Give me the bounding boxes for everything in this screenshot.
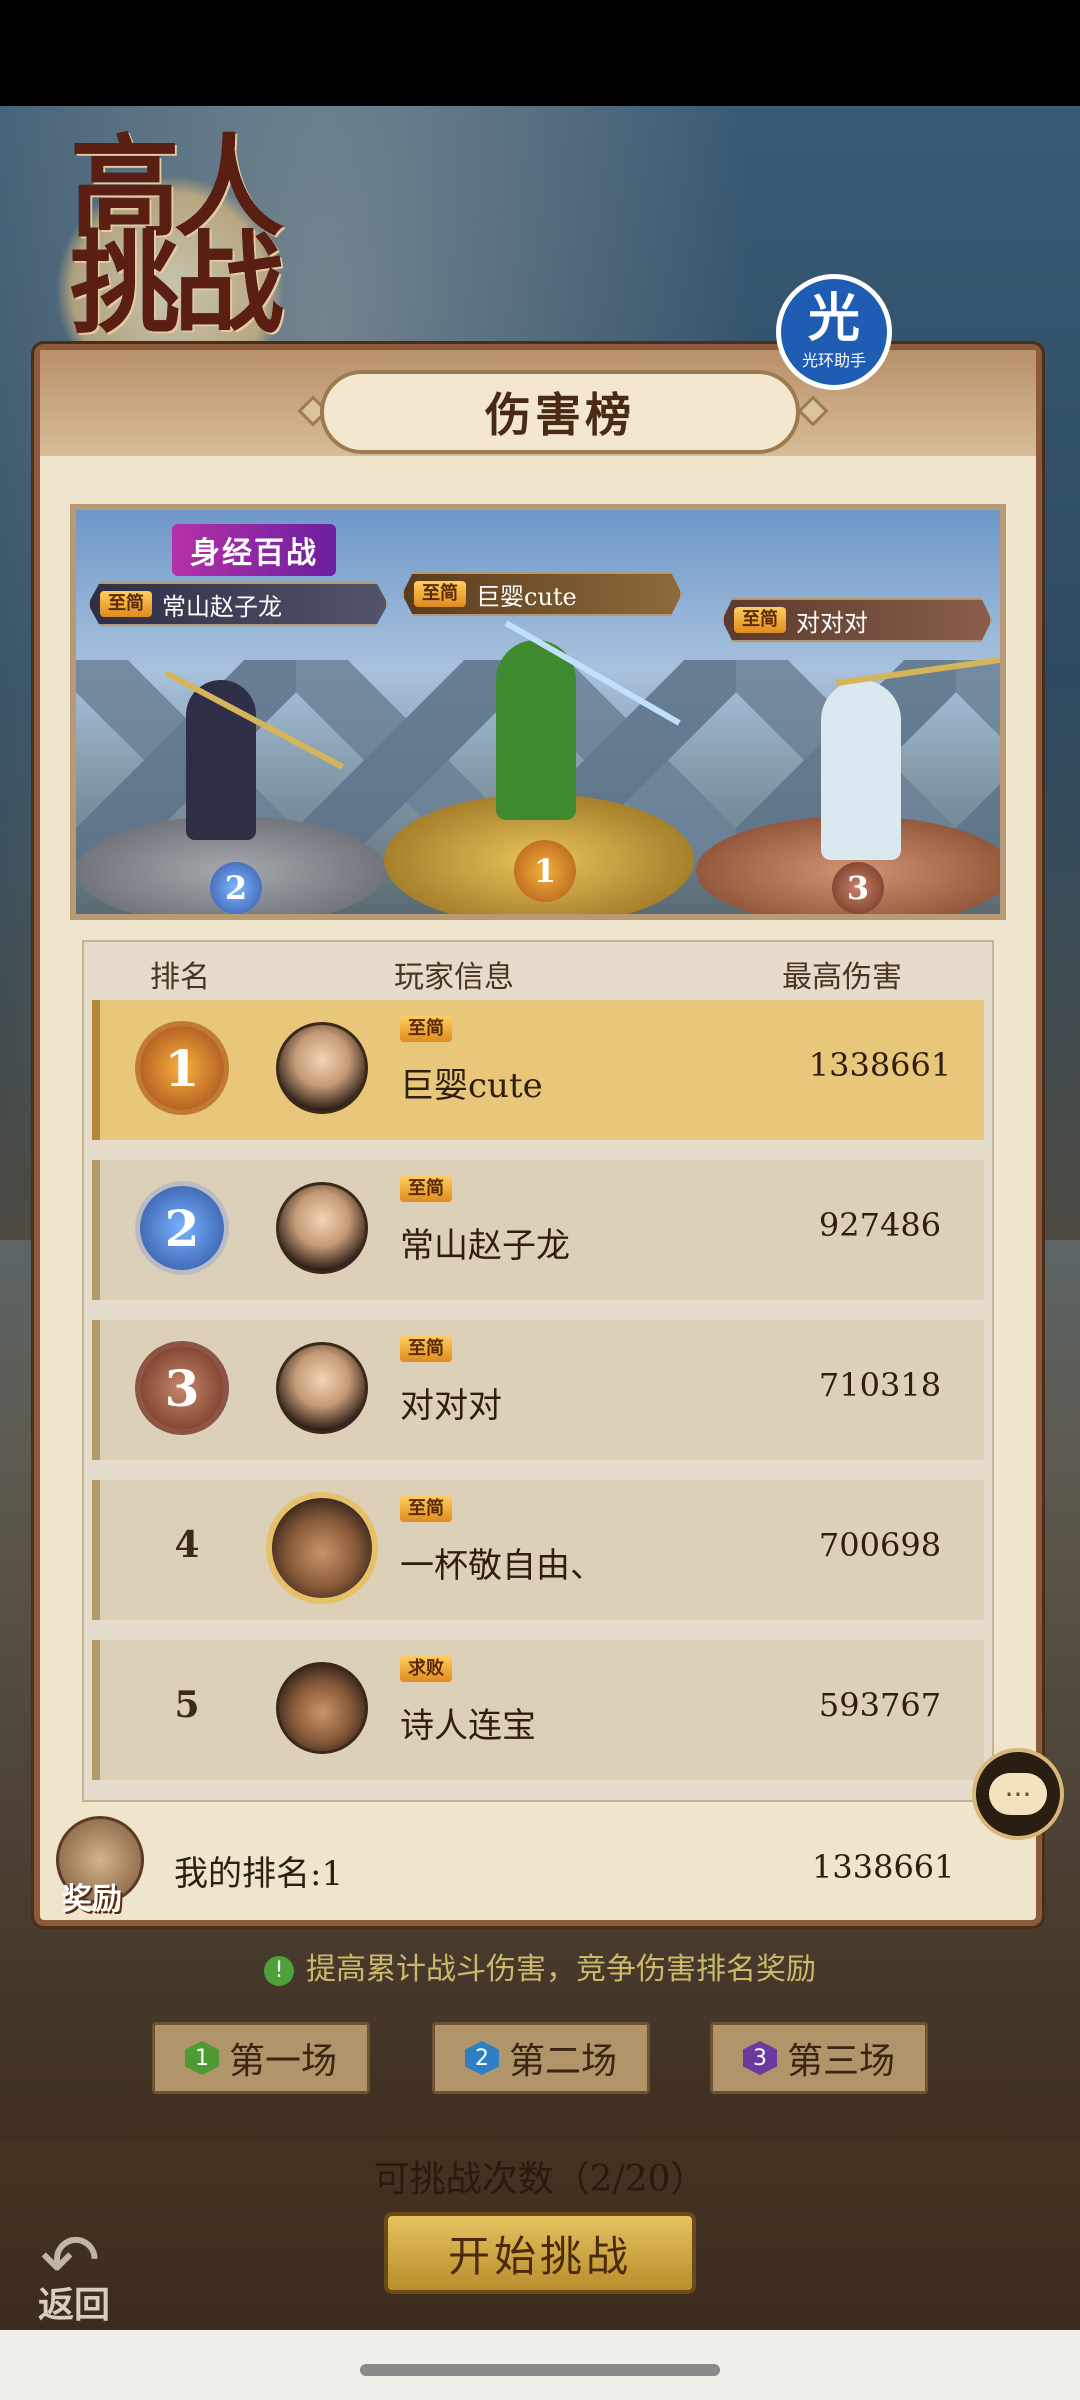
vip-badge: 至简	[414, 581, 466, 607]
player-avatar[interactable]	[276, 1022, 368, 1114]
match-label: 第三场	[786, 2041, 895, 2082]
podium-nameplate-first: 至简 巨婴cute	[402, 572, 682, 616]
header-max-damage: 最高伤害	[782, 960, 902, 995]
hint-text-row: ! 提高累计战斗伤害，竞争伤害排名奖励	[0, 1944, 1080, 1988]
player-avatar[interactable]	[276, 1662, 368, 1754]
player-damage: 1338661	[808, 1046, 952, 1084]
character-third[interactable]	[821, 680, 901, 860]
match-number-badge: 3	[742, 2041, 777, 2075]
rank-badge-first: 1	[140, 1026, 224, 1110]
my-rank-label: 我的排名:1	[174, 1854, 344, 1894]
podium-medal-second: 2	[210, 862, 262, 914]
vip-badge: 至简	[400, 1496, 452, 1522]
home-indicator[interactable]	[360, 2364, 720, 2376]
match-3-button[interactable]: 3 第三场	[710, 2022, 928, 2094]
rank-number: 4	[174, 1524, 200, 1566]
player-damage: 700698	[818, 1526, 942, 1564]
character-first[interactable]	[496, 640, 576, 820]
player-avatar[interactable]	[276, 1182, 368, 1274]
podium-medal-third: 3	[832, 862, 884, 914]
vip-badge: 至简	[400, 1016, 452, 1042]
vip-badge: 至简	[100, 591, 152, 617]
leaderboard-table: 排名 玩家信息 最高伤害 1 至简 巨婴cute 1338661 2 至简 常山…	[82, 940, 994, 1802]
rank-badge-third: 3	[140, 1346, 224, 1430]
header-player-info: 玩家信息	[394, 960, 514, 995]
player-name: 一杯敬自由、	[400, 1546, 604, 1586]
podium-nameplate-second: 至简 常山赵子龙	[88, 582, 388, 626]
header-rank: 排名	[150, 960, 210, 995]
table-row[interactable]: 4 至简 一杯敬自由、 700698	[92, 1480, 984, 1620]
match-label: 第一场	[228, 2041, 337, 2082]
match-1-button[interactable]: 1 第一场	[152, 2022, 370, 2094]
status-bar	[0, 0, 1080, 106]
player-avatar[interactable]	[266, 1492, 378, 1604]
match-2-button[interactable]: 2 第二场	[432, 2022, 650, 2094]
podium-nameplate-third: 至简 对对对	[722, 598, 992, 642]
vip-badge: 求败	[400, 1656, 452, 1682]
podium-medal-first: 1	[514, 840, 576, 902]
table-header: 排名 玩家信息 最高伤害	[84, 942, 992, 1006]
table-row[interactable]: 5 求败 诗人连宝 593767	[92, 1640, 984, 1780]
player-damage: 927486	[818, 1206, 942, 1244]
rank-badge-second: 2	[140, 1186, 224, 1270]
chat-bubble-icon[interactable]: ···	[972, 1748, 1064, 1840]
match-number-badge: 2	[464, 2041, 499, 2075]
player-damage: 710318	[818, 1366, 942, 1404]
player-name: 诗人连宝	[400, 1706, 536, 1746]
player-name: 常山赵子龙	[400, 1226, 570, 1266]
vip-badge: 至简	[400, 1336, 452, 1362]
start-challenge-button[interactable]: 开始挑战	[384, 2212, 696, 2294]
top-three-banner: 身经百战 至简 常山赵子龙 至简 巨婴cute 至简 对对对 2 1 3	[70, 504, 1006, 920]
player-name: 巨婴cute	[400, 1066, 543, 1106]
my-rank-damage: 1338661	[812, 1848, 955, 1886]
table-row[interactable]: 3 至简 对对对 710318	[92, 1320, 984, 1460]
assistant-caption: 光环助手	[801, 351, 866, 370]
match-label: 第二场	[508, 2041, 617, 2082]
table-row[interactable]: 1 至简 巨婴cute 1338661	[92, 1000, 984, 1140]
table-row[interactable]: 2 至简 常山赵子龙 927486	[92, 1160, 984, 1300]
panel-title: 伤害榜	[320, 370, 800, 454]
event-label-badge: 身经百战	[172, 524, 336, 576]
podium-player-name: 对对对	[796, 608, 868, 637]
match-number-badge: 1	[184, 2041, 219, 2075]
reward-label[interactable]: 奖励	[62, 1874, 122, 1918]
back-label: 返回	[38, 2284, 111, 2326]
podium-player-name: 巨婴cute	[476, 582, 577, 611]
challenge-attempts: 可挑战次数（2/20）	[373, 2159, 707, 2200]
player-name: 对对对	[400, 1386, 502, 1426]
exclamation-icon: !	[264, 1956, 294, 1986]
assistant-badge-icon[interactable]: 光 光环助手	[776, 274, 892, 390]
player-damage: 593767	[818, 1686, 942, 1724]
vip-badge: 至简	[400, 1176, 452, 1202]
player-avatar[interactable]	[276, 1342, 368, 1434]
chat-icon-glyph: ···	[989, 1773, 1047, 1815]
back-button[interactable]: ↶ 返回	[30, 2218, 140, 2328]
vip-badge: 至简	[734, 607, 786, 633]
rank-number: 5	[174, 1684, 200, 1726]
hint-text: 提高累计战斗伤害，竞争伤害排名奖励	[306, 1952, 816, 1987]
event-title-art: 高人 挑战	[70, 123, 284, 348]
podium-player-name: 常山赵子龙	[162, 592, 282, 621]
assistant-glyph: 光	[807, 289, 860, 349]
